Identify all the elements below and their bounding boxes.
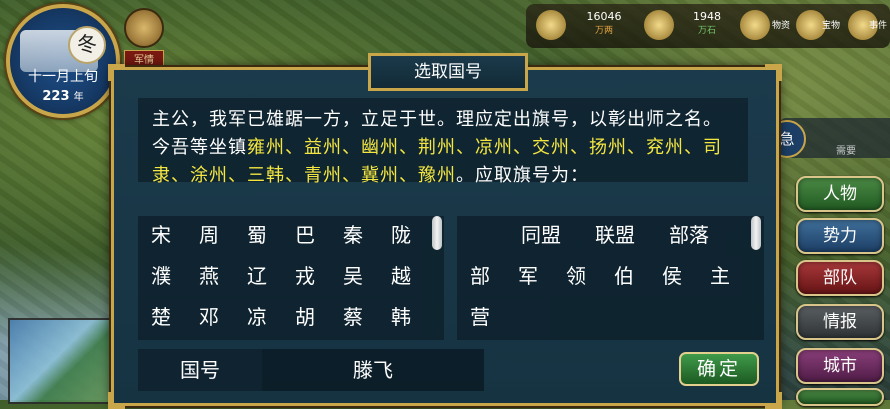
name-option[interactable]: 戎 [282,257,328,296]
supplies-label: 物资 [771,21,790,31]
gold-value: 16046 万两 [586,10,622,36]
confirm-button[interactable]: 确定 [679,352,759,386]
city-button[interactable]: 城市 [796,348,884,384]
food-value: 1948 万石 [693,10,721,36]
date-label: 十一月上旬 [28,69,98,85]
name-option[interactable]: 巴 [282,216,328,255]
characters-button[interactable]: 人物 [796,176,884,212]
name-option[interactable]: 蔡 [330,298,376,337]
intel-button[interactable]: 情报 [796,304,884,340]
suffix-option[interactable]: 同盟 [505,216,577,255]
suffix-option[interactable]: 领 [553,257,599,296]
name-option[interactable]: 韩 [378,298,424,337]
name-option[interactable]: 胡 [282,298,328,337]
army-report-button[interactable]: 军情 [124,8,164,67]
dialog-message: 主公，我军已雄踞一方，立足于世。理应定出旗号，以彰出师之名。今吾等坐镇雍州、益州… [138,98,748,186]
name-option[interactable]: 吴 [330,257,376,296]
suffix-option[interactable]: 伯 [601,257,647,296]
suffix-option[interactable]: 主 [697,257,743,296]
name-option[interactable]: 宋 [138,216,184,255]
name-option[interactable]: 陇 [378,216,424,255]
name-grid-right: 同盟 联盟 部落 部 军 领 伯 侯 主 营 [457,216,764,340]
troops-button[interactable]: 部队 [796,260,884,296]
name-grid-left: 宋 周 蜀 巴 秦 陇 濮 燕 辽 戎 吴 越 楚 邓 凉 胡 蔡 韩 [138,216,444,340]
name-option[interactable]: 凉 [234,298,280,337]
army-report-label: 军情 [124,50,164,67]
nation-name-value[interactable]: 滕飞 [262,349,484,391]
suffix-option[interactable]: 部落 [653,216,725,255]
gold-icon [536,10,566,40]
name-option[interactable]: 燕 [186,257,232,296]
name-option[interactable]: 秦 [330,216,376,255]
forces-button[interactable]: 势力 [796,218,884,254]
dialog-title: 选取国号 [368,53,528,91]
year-label: 223 年 [42,89,84,104]
nation-name-row: 国号 滕飞 [138,349,484,391]
season-mark: 冬 [68,26,106,64]
frame-corner [765,64,782,81]
more-button[interactable] [796,388,884,406]
left-scrollbar[interactable] [432,216,442,250]
suffix-option[interactable] [457,216,503,255]
name-option[interactable]: 邓 [186,298,232,337]
army-report-icon [124,8,164,48]
name-option[interactable]: 楚 [138,298,184,337]
name-option[interactable]: 濮 [138,257,184,296]
events-label: 事件 [868,21,887,31]
suffix-option[interactable]: 部 [457,257,503,296]
right-scrollbar[interactable] [751,216,761,250]
suffix-option[interactable]: 营 [457,298,503,337]
select-nation-dialog: 选取国号 主公，我军已雄踞一方，立足于世。理应定出旗号，以彰出师之名。今吾等坐镇… [108,53,782,409]
treasure-label: 宝物 [821,21,840,31]
urgent-panel[interactable]: 急 需要 [768,118,890,158]
frame-corner [765,392,782,409]
frame-corner [108,392,125,409]
name-option[interactable]: 越 [378,257,424,296]
suffix-option [505,298,551,337]
name-option[interactable]: 辽 [234,257,280,296]
suffix-option[interactable]: 军 [505,257,551,296]
season-badge: 冬 十一月上旬 223 年 [6,4,120,118]
suffix-option[interactable]: 侯 [649,257,695,296]
suffix-option[interactable]: 联盟 [579,216,651,255]
resource-bar: 16046 万两 1948 万石 物资 宝物 事件 [526,4,890,48]
name-option[interactable]: 周 [186,216,232,255]
nation-name-label: 国号 [138,349,262,391]
name-option[interactable]: 蜀 [234,216,280,255]
food-icon [644,10,674,40]
urgent-text: 需要 [836,146,856,157]
minimap[interactable] [8,318,116,404]
frame-corner [108,64,125,81]
